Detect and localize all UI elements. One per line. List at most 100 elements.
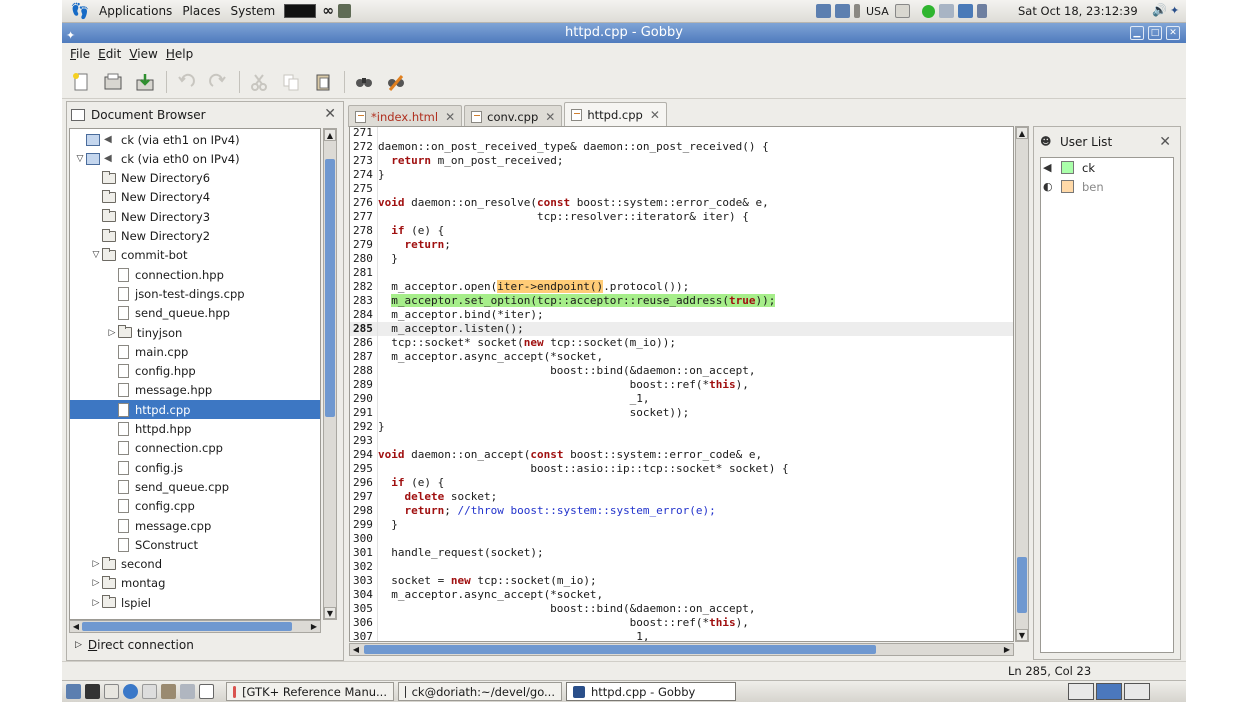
code-line[interactable]: 296 if (e) { — [350, 476, 1013, 490]
applications-menu[interactable]: Applications — [94, 4, 177, 18]
tree-item[interactable]: ▷ montag — [70, 574, 320, 593]
tree-item[interactable]: httpd.cpp — [70, 400, 320, 420]
code-line[interactable]: 283 m_acceptor.set_option(tcp::acceptor:… — [350, 294, 1013, 308]
user-row[interactable]: ◀ ck — [1041, 158, 1173, 177]
code-line[interactable]: 281 — [350, 266, 1013, 280]
direct-connection-expander[interactable]: ▷ Direct connection — [75, 638, 194, 652]
code-line[interactable]: 292} — [350, 420, 1013, 434]
code-line[interactable]: 305 boost::bind(&daemon::on_accept, — [350, 602, 1013, 616]
tree-item[interactable]: json-test-dings.cpp — [70, 284, 320, 303]
monitor-icon[interactable] — [957, 4, 973, 18]
document-tree-hscrollbar[interactable]: ◀ ▶ — [69, 620, 321, 633]
tab-conv-cpp[interactable]: conv.cpp ✕ — [464, 105, 563, 127]
tree-item[interactable]: New Directory2 — [70, 227, 320, 246]
tree-item[interactable]: ◀ ck (via eth1 on IPv4) — [70, 130, 320, 149]
scrollbar-thumb[interactable] — [364, 645, 876, 654]
keyboard-layout-label[interactable]: USA — [866, 5, 889, 18]
tree-item[interactable]: send_queue.hpp — [70, 304, 320, 323]
network-icon-2[interactable] — [835, 4, 850, 18]
editor-vscrollbar[interactable]: ▲ ▼ — [1015, 126, 1029, 642]
tree-item[interactable]: New Directory6 — [70, 169, 320, 188]
copy-icon[interactable] — [278, 69, 304, 95]
code-line[interactable]: 285 m_acceptor.listen(); — [350, 322, 1013, 336]
battery-icon[interactable] — [976, 4, 987, 18]
keyboard-indicator-icon[interactable] — [854, 4, 860, 18]
tree-item[interactable]: connection.cpp — [70, 439, 320, 458]
tab-close-icon[interactable]: ✕ — [650, 108, 660, 122]
code-line[interactable]: 289 boost::ref(*this), — [350, 378, 1013, 392]
find-icon[interactable] — [351, 69, 377, 95]
status-online-icon[interactable] — [921, 4, 935, 18]
tree-item[interactable]: config.js — [70, 458, 320, 477]
tab-close-icon[interactable]: ✕ — [545, 110, 555, 124]
scroll-left-arrow-icon[interactable]: ◀ — [70, 621, 82, 632]
taskbar-button[interactable]: ck@doriath:~/devel/go... — [398, 682, 562, 701]
code-line[interactable]: 297 delete socket; — [350, 490, 1013, 504]
paste-icon[interactable] — [310, 69, 336, 95]
tree-item[interactable]: New Directory3 — [70, 207, 320, 226]
code-line[interactable]: 274} — [350, 168, 1013, 182]
code-line[interactable]: 287 m_acceptor.async_accept(*socket, — [350, 350, 1013, 364]
scroll-right-arrow-icon[interactable]: ▶ — [1001, 644, 1013, 655]
code-line[interactable]: 275 — [350, 182, 1013, 196]
code-line[interactable]: 276 void daemon::on_resolve(const boost::… — [350, 196, 1013, 210]
menu-help[interactable]: Help — [162, 47, 197, 61]
scroll-down-arrow-icon[interactable]: ▼ — [1016, 629, 1028, 641]
network-icon[interactable] — [816, 4, 831, 18]
maximize-button[interactable]: □ — [1148, 26, 1162, 40]
launcher-icon[interactable] — [337, 4, 351, 18]
code-line[interactable]: 293 — [350, 434, 1013, 448]
close-icon[interactable]: ✕ — [1159, 134, 1171, 150]
menu-view[interactable]: View — [125, 47, 161, 61]
tree-item[interactable]: main.cpp — [70, 342, 320, 361]
scroll-left-arrow-icon[interactable]: ◀ — [350, 644, 362, 655]
code-line[interactable]: 302 — [350, 560, 1013, 574]
code-line[interactable]: 304 m_acceptor.async_accept(*socket, — [350, 588, 1013, 602]
settings-icon[interactable] — [938, 4, 954, 18]
taskbar-button[interactable]: [GTK+ Reference Manu... — [226, 682, 394, 701]
tree-item[interactable]: config.cpp — [70, 497, 320, 516]
window-titlebar[interactable]: ✦ httpd.cpp - Gobby ▁ □ ✕ — [62, 23, 1186, 43]
scrollbar-thumb[interactable] — [82, 622, 292, 631]
scroll-right-arrow-icon[interactable]: ▶ — [308, 621, 320, 632]
find-replace-icon[interactable] — [383, 69, 409, 95]
close-button[interactable]: ✕ — [1166, 26, 1180, 40]
expander-closed-icon[interactable]: ▷ — [90, 598, 102, 608]
tree-item[interactable]: send_queue.cpp — [70, 477, 320, 496]
text-editor-launcher-icon[interactable] — [104, 684, 119, 699]
code-line[interactable]: 298 return; //throw boost::system::syste… — [350, 504, 1013, 518]
code-line[interactable]: 294 void daemon::on_accept(const boost::s… — [350, 448, 1013, 462]
code-line[interactable]: 280 } — [350, 252, 1013, 266]
document-tree[interactable]: ◀ ck (via eth1 on IPv4) ▽ ◀ ck (via eth0 on … — [69, 128, 321, 620]
workspace-3[interactable] — [1124, 683, 1150, 700]
system-menu[interactable]: System — [225, 4, 280, 18]
code-line[interactable]: 299 } — [350, 518, 1013, 532]
tree-item[interactable]: ▷ second — [70, 555, 320, 574]
workspace-1[interactable] — [1068, 683, 1094, 700]
mail-launcher-icon[interactable] — [142, 684, 157, 699]
code-line[interactable]: 286 tcp::socket* socket(new tcp::socket(… — [350, 336, 1013, 350]
workspace-2[interactable] — [1096, 683, 1122, 700]
new-document-icon[interactable] — [68, 69, 94, 95]
code-line[interactable]: 284 m_acceptor.bind(*iter); — [350, 308, 1013, 322]
tab-httpd-cpp[interactable]: httpd.cpp ✕ — [564, 102, 667, 127]
link-launcher-icon[interactable]: ∞ — [322, 3, 334, 19]
scroll-down-arrow-icon[interactable]: ▼ — [324, 607, 336, 619]
code-line[interactable]: 301 handle_request(socket); — [350, 546, 1013, 560]
scrollbar-thumb[interactable] — [325, 159, 335, 417]
gimp-launcher-icon[interactable] — [161, 684, 176, 699]
undo-icon[interactable] — [173, 69, 199, 95]
menu-file[interactable]: File — [66, 47, 94, 61]
tree-item[interactable]: httpd.hpp — [70, 420, 320, 439]
menu-edit[interactable]: Edit — [94, 47, 125, 61]
code-line[interactable]: 303 socket = new tcp::socket(m_io); — [350, 574, 1013, 588]
gobby-tray-icon[interactable]: ✦ — [1170, 4, 1179, 17]
x-launcher-icon[interactable] — [199, 684, 214, 699]
terminal-launcher-icon[interactable] — [284, 4, 317, 18]
show-desktop-icon[interactable] — [66, 684, 81, 699]
tree-item[interactable]: message.hpp — [70, 381, 320, 400]
code-line[interactable]: 282 m_acceptor.open(iter->endpoint().pro… — [350, 280, 1013, 294]
code-line[interactable]: 288 boost::bind(&daemon::on_accept, — [350, 364, 1013, 378]
open-document-icon[interactable] — [100, 69, 126, 95]
code-line[interactable]: 290 _1, — [350, 392, 1013, 406]
